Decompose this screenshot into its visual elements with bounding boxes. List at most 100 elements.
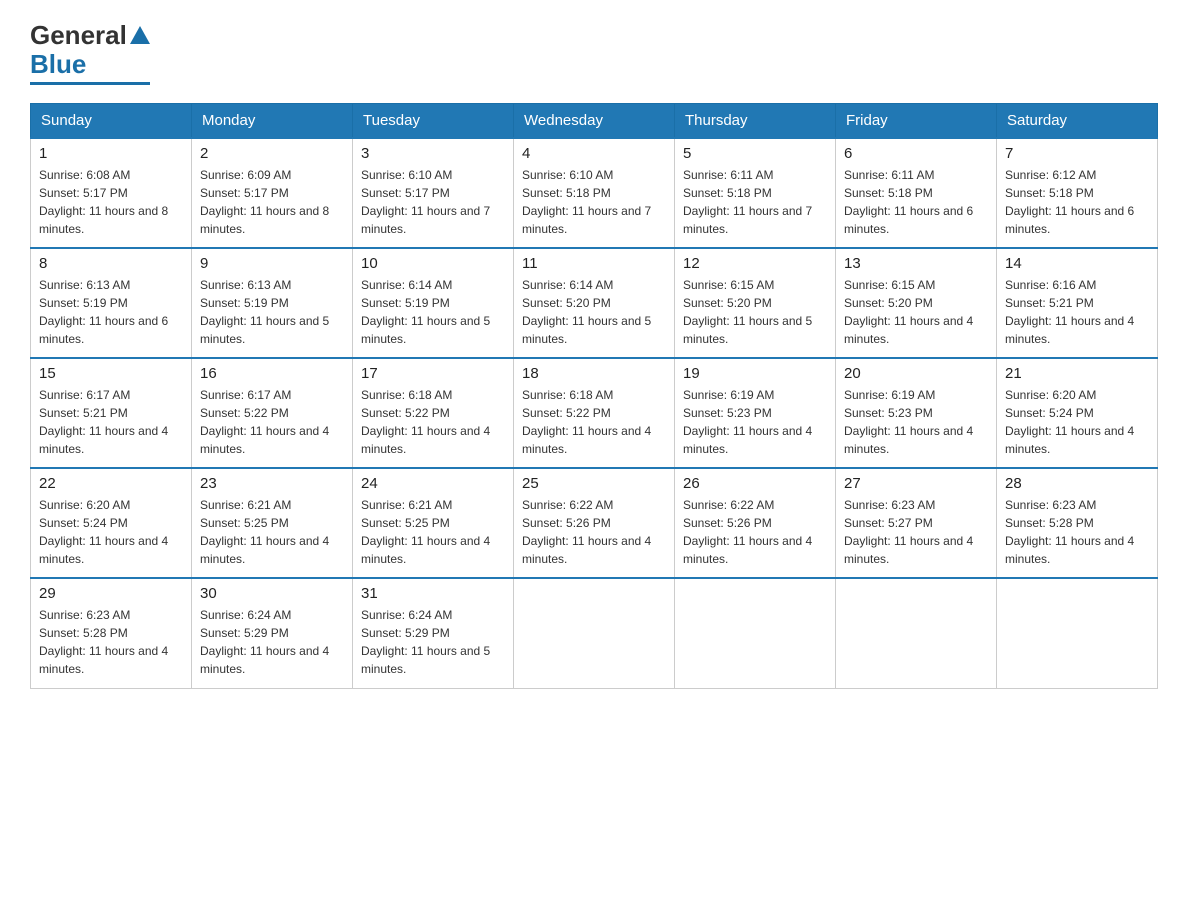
day-number: 5 [683,145,827,162]
day-info: Sunrise: 6:18 AM Sunset: 5:22 PM Dayligh… [361,386,505,458]
day-info: Sunrise: 6:21 AM Sunset: 5:25 PM Dayligh… [361,496,505,568]
day-info: Sunrise: 6:08 AM Sunset: 5:17 PM Dayligh… [39,166,183,238]
day-number: 31 [361,585,505,602]
week-row-4: 22 Sunrise: 6:20 AM Sunset: 5:24 PM Dayl… [31,468,1158,578]
calendar-cell: 10 Sunrise: 6:14 AM Sunset: 5:19 PM Dayl… [353,248,514,358]
calendar-cell: 3 Sunrise: 6:10 AM Sunset: 5:17 PM Dayli… [353,138,514,248]
day-info: Sunrise: 6:14 AM Sunset: 5:19 PM Dayligh… [361,276,505,348]
day-info: Sunrise: 6:15 AM Sunset: 5:20 PM Dayligh… [683,276,827,348]
calendar-cell [514,578,675,688]
calendar-cell: 12 Sunrise: 6:15 AM Sunset: 5:20 PM Dayl… [675,248,836,358]
calendar-cell: 5 Sunrise: 6:11 AM Sunset: 5:18 PM Dayli… [675,138,836,248]
day-number: 2 [200,145,344,162]
day-number: 12 [683,255,827,272]
calendar-cell [997,578,1158,688]
header-monday: Monday [192,104,353,139]
header-row: SundayMondayTuesdayWednesdayThursdayFrid… [31,104,1158,139]
day-number: 14 [1005,255,1149,272]
day-number: 24 [361,475,505,492]
calendar-cell: 29 Sunrise: 6:23 AM Sunset: 5:28 PM Dayl… [31,578,192,688]
day-info: Sunrise: 6:11 AM Sunset: 5:18 PM Dayligh… [683,166,827,238]
day-number: 9 [200,255,344,272]
logo-underline [30,82,150,85]
calendar-cell: 1 Sunrise: 6:08 AM Sunset: 5:17 PM Dayli… [31,138,192,248]
day-number: 10 [361,255,505,272]
day-info: Sunrise: 6:21 AM Sunset: 5:25 PM Dayligh… [200,496,344,568]
day-info: Sunrise: 6:24 AM Sunset: 5:29 PM Dayligh… [200,606,344,678]
week-row-5: 29 Sunrise: 6:23 AM Sunset: 5:28 PM Dayl… [31,578,1158,688]
day-info: Sunrise: 6:14 AM Sunset: 5:20 PM Dayligh… [522,276,666,348]
calendar-cell: 24 Sunrise: 6:21 AM Sunset: 5:25 PM Dayl… [353,468,514,578]
calendar-table: SundayMondayTuesdayWednesdayThursdayFrid… [30,103,1158,689]
logo-triangle-icon [130,26,150,44]
day-info: Sunrise: 6:10 AM Sunset: 5:18 PM Dayligh… [522,166,666,238]
calendar-cell: 11 Sunrise: 6:14 AM Sunset: 5:20 PM Dayl… [514,248,675,358]
calendar-cell: 14 Sunrise: 6:16 AM Sunset: 5:21 PM Dayl… [997,248,1158,358]
day-info: Sunrise: 6:20 AM Sunset: 5:24 PM Dayligh… [39,496,183,568]
day-number: 11 [522,255,666,272]
week-row-2: 8 Sunrise: 6:13 AM Sunset: 5:19 PM Dayli… [31,248,1158,358]
calendar-cell: 19 Sunrise: 6:19 AM Sunset: 5:23 PM Dayl… [675,358,836,468]
header-saturday: Saturday [997,104,1158,139]
calendar-cell: 27 Sunrise: 6:23 AM Sunset: 5:27 PM Dayl… [836,468,997,578]
day-info: Sunrise: 6:22 AM Sunset: 5:26 PM Dayligh… [522,496,666,568]
logo-general-text: General [30,20,127,51]
day-info: Sunrise: 6:19 AM Sunset: 5:23 PM Dayligh… [683,386,827,458]
day-info: Sunrise: 6:16 AM Sunset: 5:21 PM Dayligh… [1005,276,1149,348]
calendar-cell: 4 Sunrise: 6:10 AM Sunset: 5:18 PM Dayli… [514,138,675,248]
calendar-cell: 9 Sunrise: 6:13 AM Sunset: 5:19 PM Dayli… [192,248,353,358]
day-info: Sunrise: 6:20 AM Sunset: 5:24 PM Dayligh… [1005,386,1149,458]
header-thursday: Thursday [675,104,836,139]
day-number: 25 [522,475,666,492]
day-number: 27 [844,475,988,492]
day-number: 17 [361,365,505,382]
day-info: Sunrise: 6:09 AM Sunset: 5:17 PM Dayligh… [200,166,344,238]
day-info: Sunrise: 6:24 AM Sunset: 5:29 PM Dayligh… [361,606,505,678]
day-info: Sunrise: 6:18 AM Sunset: 5:22 PM Dayligh… [522,386,666,458]
week-row-1: 1 Sunrise: 6:08 AM Sunset: 5:17 PM Dayli… [31,138,1158,248]
calendar-cell: 23 Sunrise: 6:21 AM Sunset: 5:25 PM Dayl… [192,468,353,578]
day-number: 19 [683,365,827,382]
page-header: General Blue [30,20,1158,85]
day-info: Sunrise: 6:23 AM Sunset: 5:27 PM Dayligh… [844,496,988,568]
calendar-cell: 16 Sunrise: 6:17 AM Sunset: 5:22 PM Dayl… [192,358,353,468]
calendar-cell: 28 Sunrise: 6:23 AM Sunset: 5:28 PM Dayl… [997,468,1158,578]
day-number: 13 [844,255,988,272]
calendar-cell: 20 Sunrise: 6:19 AM Sunset: 5:23 PM Dayl… [836,358,997,468]
calendar-cell: 31 Sunrise: 6:24 AM Sunset: 5:29 PM Dayl… [353,578,514,688]
logo-blue-text: Blue [30,49,86,80]
calendar-cell: 7 Sunrise: 6:12 AM Sunset: 5:18 PM Dayli… [997,138,1158,248]
day-info: Sunrise: 6:23 AM Sunset: 5:28 PM Dayligh… [39,606,183,678]
day-info: Sunrise: 6:19 AM Sunset: 5:23 PM Dayligh… [844,386,988,458]
day-number: 7 [1005,145,1149,162]
day-info: Sunrise: 6:17 AM Sunset: 5:21 PM Dayligh… [39,386,183,458]
day-number: 20 [844,365,988,382]
day-info: Sunrise: 6:15 AM Sunset: 5:20 PM Dayligh… [844,276,988,348]
header-sunday: Sunday [31,104,192,139]
day-info: Sunrise: 6:13 AM Sunset: 5:19 PM Dayligh… [39,276,183,348]
calendar-cell: 18 Sunrise: 6:18 AM Sunset: 5:22 PM Dayl… [514,358,675,468]
calendar-cell: 13 Sunrise: 6:15 AM Sunset: 5:20 PM Dayl… [836,248,997,358]
day-info: Sunrise: 6:17 AM Sunset: 5:22 PM Dayligh… [200,386,344,458]
calendar-cell [675,578,836,688]
day-number: 22 [39,475,183,492]
calendar-cell: 17 Sunrise: 6:18 AM Sunset: 5:22 PM Dayl… [353,358,514,468]
day-number: 16 [200,365,344,382]
day-info: Sunrise: 6:11 AM Sunset: 5:18 PM Dayligh… [844,166,988,238]
day-number: 30 [200,585,344,602]
calendar-cell: 2 Sunrise: 6:09 AM Sunset: 5:17 PM Dayli… [192,138,353,248]
day-info: Sunrise: 6:10 AM Sunset: 5:17 PM Dayligh… [361,166,505,238]
day-number: 8 [39,255,183,272]
day-number: 6 [844,145,988,162]
day-info: Sunrise: 6:22 AM Sunset: 5:26 PM Dayligh… [683,496,827,568]
day-number: 23 [200,475,344,492]
day-info: Sunrise: 6:23 AM Sunset: 5:28 PM Dayligh… [1005,496,1149,568]
day-info: Sunrise: 6:13 AM Sunset: 5:19 PM Dayligh… [200,276,344,348]
calendar-cell: 22 Sunrise: 6:20 AM Sunset: 5:24 PM Dayl… [31,468,192,578]
day-number: 3 [361,145,505,162]
calendar-cell [836,578,997,688]
day-number: 21 [1005,365,1149,382]
calendar-cell: 26 Sunrise: 6:22 AM Sunset: 5:26 PM Dayl… [675,468,836,578]
day-number: 1 [39,145,183,162]
day-number: 29 [39,585,183,602]
